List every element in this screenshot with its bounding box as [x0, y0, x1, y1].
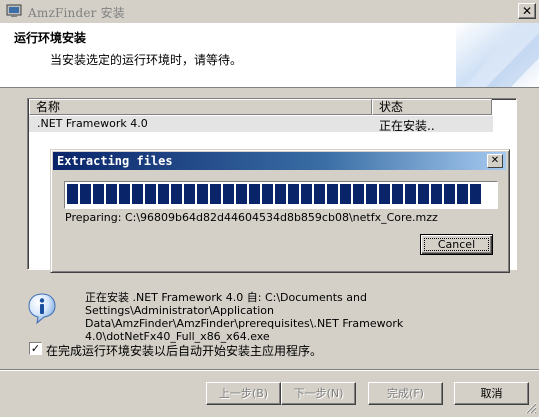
- resize-grip[interactable]: [525, 402, 537, 414]
- progress-segment: [379, 184, 390, 204]
- progress-segment: [288, 184, 299, 204]
- extracting-dialog-close-button[interactable]: ✕: [487, 154, 503, 168]
- progress-segment: [470, 184, 481, 204]
- progress-segment: [145, 184, 156, 204]
- progress-segment: [405, 184, 416, 204]
- progress-segment: [262, 184, 273, 204]
- auto-install-checkbox[interactable]: ✓: [29, 342, 42, 355]
- install-info-text: 正在安装 .NET Framework 4.0 自: C:\Documents …: [85, 291, 404, 343]
- progress-segment: [132, 184, 143, 204]
- progress-segment: [197, 184, 208, 204]
- progress-segment: [223, 184, 234, 204]
- extract-progress-bar: [64, 181, 498, 209]
- installer-window-icon[interactable]: [6, 4, 22, 18]
- progress-segment: [210, 184, 221, 204]
- preparing-file-text: Preparing: C:\96809b64d82d44604534d8b859…: [65, 211, 438, 224]
- progress-segment: [67, 184, 78, 204]
- bottom-divider: [0, 369, 539, 370]
- header-title: 运行环境安装: [14, 31, 87, 45]
- progress-segment: [392, 184, 403, 204]
- progress-segment: [418, 184, 429, 204]
- list-item-status: 正在安装..: [379, 119, 435, 133]
- progress-segment: [119, 184, 130, 204]
- progress-segment: [249, 184, 260, 204]
- header-banner-graphic: [456, 23, 539, 87]
- progress-segment: [236, 184, 247, 204]
- window-title: AmzFinder 安装: [28, 6, 125, 20]
- progress-segment: [327, 184, 338, 204]
- progress-segment: [444, 184, 455, 204]
- cancel-button[interactable]: 取消: [454, 382, 529, 405]
- list-item-name: .NET Framework 4.0: [37, 117, 148, 130]
- progress-segment: [314, 184, 325, 204]
- auto-install-checkbox-label[interactable]: 在完成运行环境安装以后自动开始安装主应用程序。: [46, 342, 322, 359]
- column-header-status[interactable]: 状态: [372, 99, 492, 115]
- header-subtitle: 当安装选定的运行环境时，请等待。: [50, 53, 243, 67]
- next-button[interactable]: 下一步(N): [281, 382, 356, 405]
- progress-segment: [158, 184, 169, 204]
- extract-progress-fill: [67, 184, 484, 204]
- info-icon: [26, 292, 58, 325]
- progress-segment: [366, 184, 377, 204]
- finish-button[interactable]: 完成(F): [368, 382, 443, 405]
- progress-segment: [431, 184, 442, 204]
- focus-rectangle: [424, 238, 489, 251]
- progress-segment: [184, 184, 195, 204]
- column-header-name[interactable]: 名称: [29, 99, 372, 115]
- extracting-dialog-title: Extracting files: [57, 154, 173, 168]
- progress-segment: [301, 184, 312, 204]
- back-button[interactable]: 上一步(B): [206, 382, 281, 405]
- progress-segment: [275, 184, 286, 204]
- progress-segment: [93, 184, 104, 204]
- progress-segment: [340, 184, 351, 204]
- progress-segment: [457, 184, 468, 204]
- window-close-button[interactable]: ✕: [518, 3, 536, 19]
- progress-segment: [353, 184, 364, 204]
- progress-segment: [80, 184, 91, 204]
- progress-segment: [106, 184, 117, 204]
- progress-segment: [171, 184, 182, 204]
